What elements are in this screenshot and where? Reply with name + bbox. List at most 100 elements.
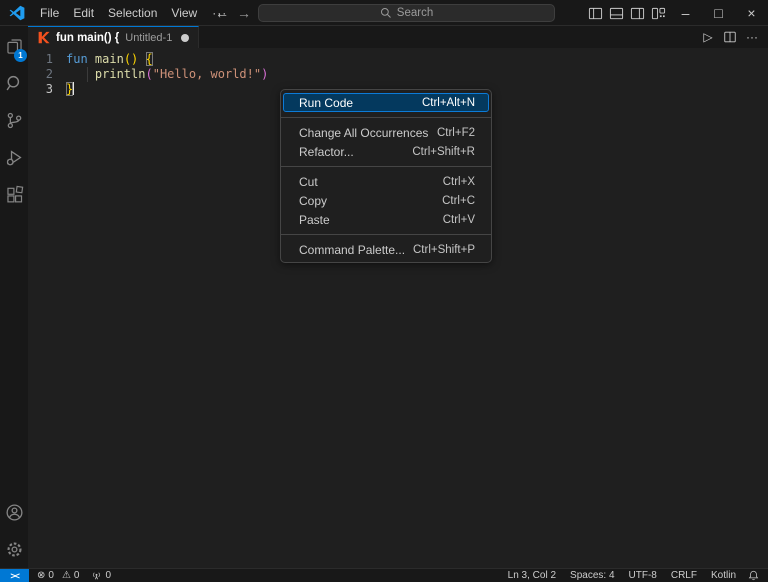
minimize-button[interactable]: – [669, 0, 702, 26]
layout-panel-icon [609, 7, 624, 19]
run-code-button[interactable]: ▷ [698, 27, 718, 47]
ports-count: 0 [105, 570, 112, 581]
explorer-badge: 1 [14, 49, 27, 62]
menu-item-shortcut: Ctrl+X [442, 175, 475, 188]
menu-item-cut[interactable]: Cut Ctrl+X [283, 172, 489, 191]
extensions-icon [6, 185, 23, 203]
sidebar-item-extensions[interactable] [0, 176, 28, 213]
menu-item-shortcut: Ctrl+C [442, 194, 475, 207]
menu-file[interactable]: File [33, 4, 66, 22]
bell-icon [748, 570, 759, 581]
account-button[interactable] [0, 494, 28, 531]
toggle-panel-button[interactable] [606, 2, 627, 24]
code-line-2[interactable]: 2 println("Hello, world!") [28, 67, 768, 82]
menu-item-shortcut: Ctrl+Alt+N [421, 96, 475, 109]
code-line-1[interactable]: 1 fun main() { [28, 52, 768, 67]
sidebar-item-source-control[interactable] [0, 102, 28, 139]
menu-item-label: Run Code [299, 95, 354, 110]
line-number: 3 [45, 82, 53, 96]
sidebar-item-explorer[interactable]: 1 [0, 28, 28, 65]
sidebar-item-search[interactable] [0, 65, 28, 102]
status-kotlin[interactable]: Kotlin [704, 570, 743, 581]
toggle-secondary-sidebar-button[interactable] [627, 2, 648, 24]
radio-tower-icon [93, 572, 101, 580]
titlebar: FileEditSelectionView ··· ← → Search [0, 0, 768, 26]
sidebar-item-run-debug[interactable] [0, 139, 28, 176]
tab-bar: fun main() { Untitled-1 ▷ ··· [28, 26, 768, 48]
menu-item-command-palette[interactable]: Command Palette... Ctrl+Shift+P [283, 240, 489, 259]
kotlin-file-icon [38, 31, 50, 44]
menu-edit[interactable]: Edit [66, 4, 101, 22]
tab-dirty-indicator[interactable] [181, 33, 190, 42]
status-right: Ln 3, Col 2 Spaces: 4 UTF-8 CRLF Kotlin [501, 570, 743, 581]
menu-separator [281, 117, 491, 118]
maximize-button[interactable]: □ [702, 0, 735, 26]
warning-count: 0 [73, 570, 80, 581]
line-number: 2 [45, 67, 53, 81]
layout-sidebar-left-icon [588, 7, 603, 19]
more-actions-button[interactable]: ··· [742, 27, 762, 47]
menu-item-refactor[interactable]: Refactor... Ctrl+Shift+R [283, 142, 489, 161]
menu-view[interactable]: View [164, 4, 204, 22]
status-bar: >< ⊗ 0 ⚠ 0 0 Ln 3, Col 2 Spaces: 4 UTF-8 CR… [0, 568, 768, 582]
menu-item-run-code[interactable]: Run Code Ctrl+Alt+N [283, 93, 489, 112]
indent-guide [87, 67, 88, 82]
remote-indicator[interactable]: >< [0, 569, 29, 582]
error-icon: ⊗ [37, 569, 46, 581]
search-input[interactable]: Search [258, 4, 555, 22]
source-control-branch-icon [7, 112, 21, 129]
menu-item-label: Copy [299, 193, 328, 208]
settings-button[interactable] [0, 531, 28, 568]
code-text: println("Hello, world!") [94, 67, 269, 81]
text-cursor [73, 82, 75, 95]
status-utf-8[interactable]: UTF-8 [622, 570, 664, 581]
menu-selection[interactable]: Selection [101, 4, 164, 22]
gear-icon [6, 542, 22, 557]
menu-item-paste[interactable]: Paste Ctrl+V [283, 210, 489, 229]
status-crlf[interactable]: CRLF [664, 570, 704, 581]
editor-actions: ▷ ··· [698, 26, 768, 48]
error-count: 0 [48, 570, 54, 581]
problems-indicator[interactable]: ⊗ 0 ⚠ 0 [37, 570, 79, 581]
menu-separator [281, 234, 491, 235]
menu-item-copy[interactable]: Copy Ctrl+C [283, 191, 489, 210]
menu-item-change-all-occurrences[interactable]: Change All Occurrences Ctrl+F2 [283, 123, 489, 142]
menubar: File Edit Selection View [33, 4, 204, 22]
split-editor-icon [724, 31, 736, 43]
search-placeholder: Search [396, 7, 434, 19]
toggle-primary-sidebar-button[interactable] [585, 2, 606, 24]
run-debug-icon [6, 150, 22, 166]
menu-item-label: Refactor... [299, 144, 354, 159]
tab-title: fun main() { [56, 31, 120, 44]
notifications-button[interactable] [743, 570, 768, 581]
menu-item-label: Paste [299, 212, 330, 227]
forward-arrow-icon[interactable]: → [233, 0, 255, 26]
status-ln-3-col-2[interactable]: Ln 3, Col 2 [501, 570, 563, 581]
editor-context-menu: Run Code Ctrl+Alt+N Change All Occurrences… [280, 89, 492, 263]
account-icon [5, 504, 23, 521]
menu-item-shortcut: Ctrl+Shift+R [412, 145, 475, 158]
menu-item-shortcut: Ctrl+V [442, 213, 475, 226]
layout-sidebar-right-icon [630, 7, 645, 19]
search-icon [380, 8, 391, 18]
menu-separator [281, 166, 491, 167]
ports-indicator[interactable]: 0 [91, 570, 111, 581]
activity-bar: 1 [0, 26, 28, 568]
code-text: fun main() { [66, 52, 153, 66]
tab-untitled-1[interactable]: fun main() { Untitled-1 [28, 26, 200, 48]
split-editor-button[interactable] [720, 27, 740, 47]
vscode-logo-icon [9, 5, 25, 20]
customize-layout-button[interactable] [648, 2, 669, 24]
status-spaces-4[interactable]: Spaces: 4 [563, 570, 621, 581]
close-button[interactable]: × [735, 0, 768, 26]
menu-item-label: Cut [299, 174, 318, 189]
menu-item-shortcut: Ctrl+Shift+P [413, 243, 475, 256]
customize-layout-icon [651, 7, 666, 19]
line-number: 1 [45, 52, 53, 66]
menu-item-label: Command Palette... [299, 242, 406, 257]
menu-item-shortcut: Ctrl+F2 [436, 126, 475, 139]
back-arrow-icon[interactable]: ← [211, 0, 233, 26]
code-text: } [66, 82, 75, 96]
warning-icon: ⚠ [61, 569, 71, 581]
tab-description: Untitled-1 [125, 31, 173, 44]
